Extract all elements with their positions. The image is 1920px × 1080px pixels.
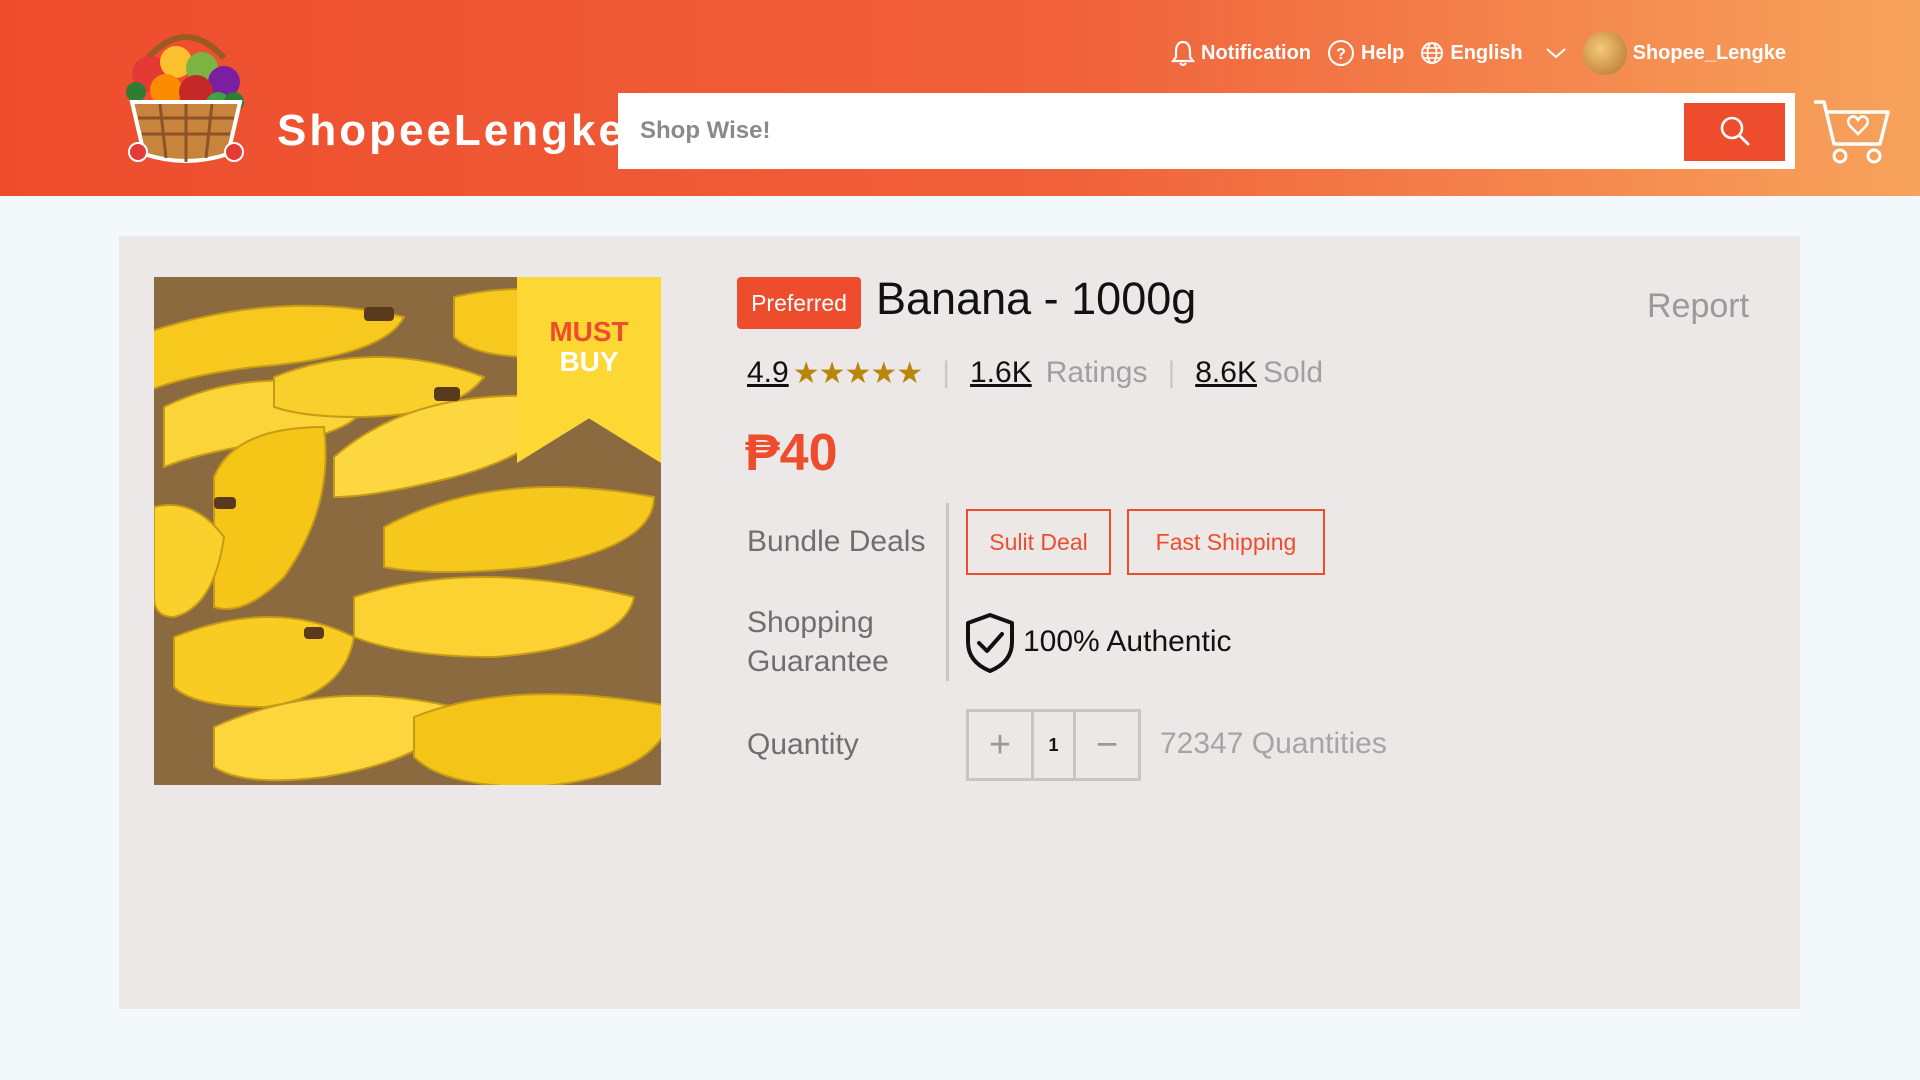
user-account[interactable]: Shopee_Lengke [1582, 31, 1786, 75]
brand-name[interactable]: ShopeeLengke [277, 106, 626, 156]
ratings-count[interactable]: 1.6K [970, 356, 1032, 390]
deal-fast-shipping-button[interactable]: Fast Shipping [1127, 509, 1325, 575]
bell-icon [1171, 39, 1196, 67]
notification-label: Notification [1201, 41, 1312, 64]
quantity-decrease-button[interactable]: − [1076, 712, 1138, 778]
quantity-increase-button[interactable]: + [969, 712, 1031, 778]
help-icon: ? [1327, 39, 1355, 67]
shield-check-icon [964, 612, 1016, 674]
sold-label: Sold [1262, 356, 1323, 389]
sold-count[interactable]: 8.6K [1195, 356, 1257, 390]
star-rating-icon: ★★★★★ [792, 356, 923, 390]
language-label: English [1450, 41, 1523, 64]
shopping-guarantee-label-line1: Shopping [747, 606, 874, 639]
guarantee-text: 100% Authentic [1023, 625, 1232, 658]
preferred-badge: Preferred [737, 277, 861, 329]
top-nav: Notification ? Help English Shopee_Lengk… [1171, 31, 1786, 75]
search-input[interactable] [640, 95, 1680, 167]
help-label: Help [1361, 41, 1405, 64]
ratings-label: Ratings [1045, 356, 1148, 389]
quantity-available: 72347 Quantities [1160, 727, 1387, 760]
rating-value[interactable]: 4.9 [747, 356, 789, 390]
divider: | [1167, 356, 1176, 389]
shopping-guarantee-label-line2: Guarantee [747, 645, 889, 678]
header: ShopeeLengke Notification ? Help English [0, 0, 1920, 196]
username-label: Shopee_Lengke [1632, 41, 1786, 64]
search-bar [618, 93, 1795, 169]
must-buy-line2: BUY [559, 346, 619, 377]
help-link[interactable]: ? Help [1327, 39, 1404, 67]
globe-icon [1420, 41, 1444, 65]
deal-sulit-button[interactable]: Sulit Deal [966, 509, 1111, 575]
must-buy-line1: MUST [549, 316, 629, 347]
report-link[interactable]: Report [1647, 287, 1749, 326]
cart-icon[interactable] [1812, 96, 1890, 166]
product-stats: 4.9 ★★★★★ | 1.6K Ratings | 8.6K Sold [747, 353, 1323, 393]
bundle-deals-label: Bundle Deals [747, 525, 926, 558]
language-selector[interactable]: English [1420, 41, 1566, 65]
search-icon [1719, 115, 1751, 150]
product-title: Banana - 1000g [876, 273, 1197, 324]
notification-link[interactable]: Notification [1171, 39, 1311, 67]
quantity-label: Quantity [747, 728, 859, 761]
search-button[interactable] [1684, 103, 1785, 161]
svg-text:?: ? [1336, 46, 1346, 63]
product-price: ₱40 [745, 424, 838, 482]
divider: | [942, 356, 950, 389]
quantity-stepper: + 1 − [966, 709, 1141, 781]
quantity-input[interactable]: 1 [1031, 712, 1076, 778]
chevron-down-icon [1545, 46, 1567, 60]
fruit-basket-logo[interactable] [110, 18, 262, 170]
divider [946, 503, 949, 681]
avatar [1582, 31, 1627, 75]
